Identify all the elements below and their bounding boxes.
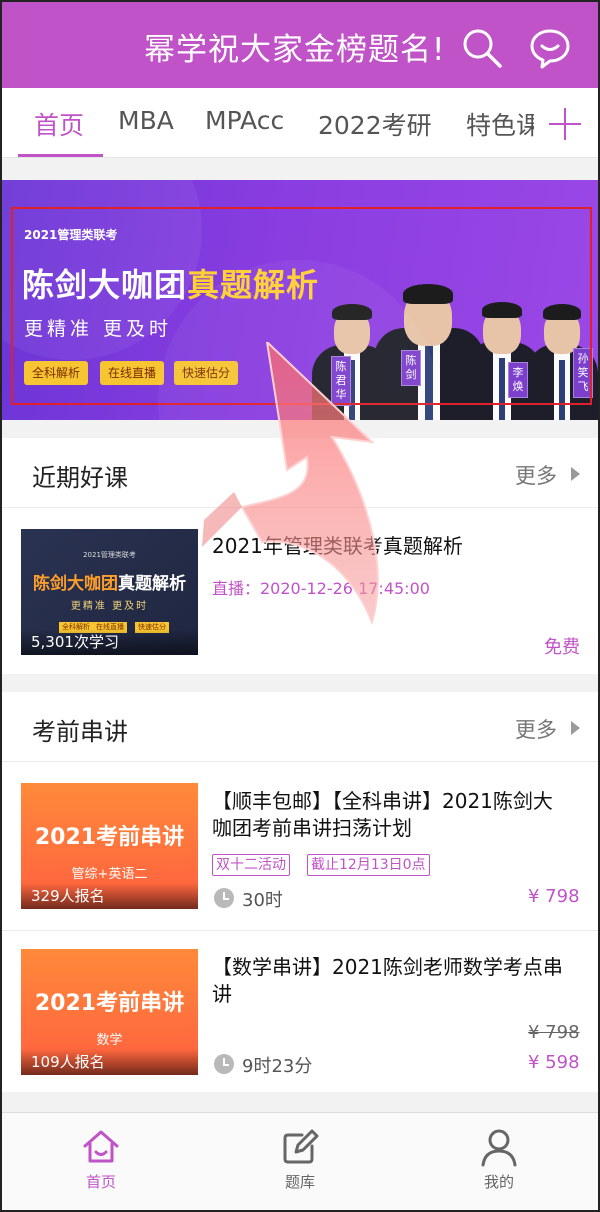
promo-badge: 双十二活动: [212, 854, 290, 876]
prelecture-title: 考前串讲: [32, 718, 128, 746]
course-price: ¥ 598: [528, 1052, 580, 1073]
course-thumbnail[interactable]: 2021考前串讲 管综+英语二 329人报名: [21, 783, 198, 909]
tab-home[interactable]: 首页: [34, 106, 84, 142]
thumb-subline: 更精准 更及时: [70, 601, 149, 612]
search-icon[interactable]: [460, 26, 504, 70]
prelecture-section: 考前串讲 更多 2021考前串讲 管综+英语二 329人报名 【顺丰包邮】【全科…: [2, 692, 598, 1092]
signup-count: 329人报名: [31, 887, 105, 905]
course-live-time: 直播：2020-12-26 17:45:00: [212, 579, 430, 598]
clock-icon: [214, 888, 234, 908]
course-title[interactable]: 【数学串讲】2021陈剑老师数学考点串讲: [212, 954, 572, 1008]
deadline-badge: 截止12月13日0点: [307, 854, 430, 876]
course-duration: 9时23分: [242, 1056, 313, 1077]
edit-icon: [280, 1127, 320, 1167]
tab-mpacc[interactable]: MPAcc: [205, 106, 284, 135]
recent-more-link[interactable]: 更多: [515, 460, 557, 490]
plus-icon[interactable]: [547, 106, 583, 142]
tab-special-clip: 特色课: [466, 88, 534, 158]
course-thumbnail[interactable]: 2021考前串讲 数学 109人报名: [21, 949, 198, 1075]
top-header: 幂学祝大家金榜题名!: [2, 2, 598, 88]
badge-row: 双十二活动 截止12月13日0点: [212, 854, 572, 878]
thumb-tag: 2021管理类联考: [83, 551, 136, 559]
home-icon: [81, 1127, 121, 1167]
thumb-headline: 2021考前串讲: [34, 991, 185, 1016]
header-title: 幂学祝大家金榜题名!: [144, 32, 446, 68]
thumb-headline: 陈剑大咖团真题解析: [33, 574, 186, 594]
active-tab-indicator: [18, 154, 103, 157]
course-price: 免费: [544, 637, 580, 658]
thumb-subline: 数学: [96, 1033, 123, 1048]
nav-question-bank[interactable]: 题库: [201, 1113, 399, 1210]
thumb-headline: 2021考前串讲: [34, 825, 185, 850]
recent-courses-header: 近期好课 更多: [2, 438, 598, 508]
nav-profile-label: 我的: [483, 1173, 514, 1191]
chat-bubble-icon[interactable]: [528, 26, 572, 70]
course-price: ¥ 798: [528, 886, 580, 907]
recent-courses-section: 近期好课 更多 2021管理类联考 陈剑大咖团真题解析 更精准 更及时 全科解析…: [2, 438, 598, 674]
user-icon: [479, 1127, 519, 1167]
teacher-photo-1: [312, 280, 392, 420]
category-tabs: 首页 MBA MPAcc 2022考研 特色课: [2, 88, 598, 158]
prelecture-header: 考前串讲 更多: [2, 692, 598, 762]
chevron-right-icon[interactable]: [571, 467, 580, 481]
course-duration: 30时: [242, 890, 283, 911]
nav-question-bank-label: 题库: [284, 1173, 315, 1191]
nav-home[interactable]: 首页: [2, 1113, 200, 1210]
banner-button-estimate[interactable]: 快速估分: [174, 361, 239, 385]
promo-banner[interactable]: 2021管理类联考 陈剑大咖团真题解析 更精准 更及时 全科解析 在线直播 快速…: [2, 180, 598, 420]
teacher-name-tag-2: 陈剑: [401, 350, 421, 386]
teacher-name-tag-1: 陈君华: [331, 356, 351, 406]
banner-highlight-box: [11, 207, 592, 405]
prelecture-more-link[interactable]: 更多: [515, 714, 557, 744]
thumb-subline: 管综+英语二: [71, 867, 148, 882]
list-divider: [2, 930, 598, 931]
app-screen: 幂学祝大家金榜题名! 首页 MBA MPAcc 2022考研 特色课 2021管…: [0, 0, 600, 1212]
course-original-price: ¥ 798: [528, 1022, 580, 1043]
signup-count: 109人报名: [31, 1053, 105, 1071]
chevron-right-icon[interactable]: [571, 721, 580, 735]
recent-courses-title: 近期好课: [32, 464, 128, 492]
clock-icon: [214, 1054, 234, 1074]
tab-2022-kaoyan[interactable]: 2022考研: [318, 106, 432, 142]
course-thumbnail[interactable]: 2021管理类联考 陈剑大咖团真题解析 更精准 更及时 全科解析 在线直播 快速…: [21, 529, 198, 655]
nav-profile[interactable]: 我的: [400, 1113, 598, 1210]
tab-mba[interactable]: MBA: [118, 106, 174, 135]
course-title[interactable]: 【顺丰包邮】【全科串讲】2021陈剑大咖团考前串讲扫荡计划: [212, 788, 572, 842]
bottom-nav: 首页 题库 我的: [2, 1112, 598, 1210]
nav-home-label: 首页: [85, 1173, 116, 1191]
course-title[interactable]: 2021年管理类联考真题解析: [212, 533, 572, 560]
tab-special-course[interactable]: 特色课: [466, 106, 534, 142]
learn-count: 5,301次学习: [31, 633, 119, 651]
